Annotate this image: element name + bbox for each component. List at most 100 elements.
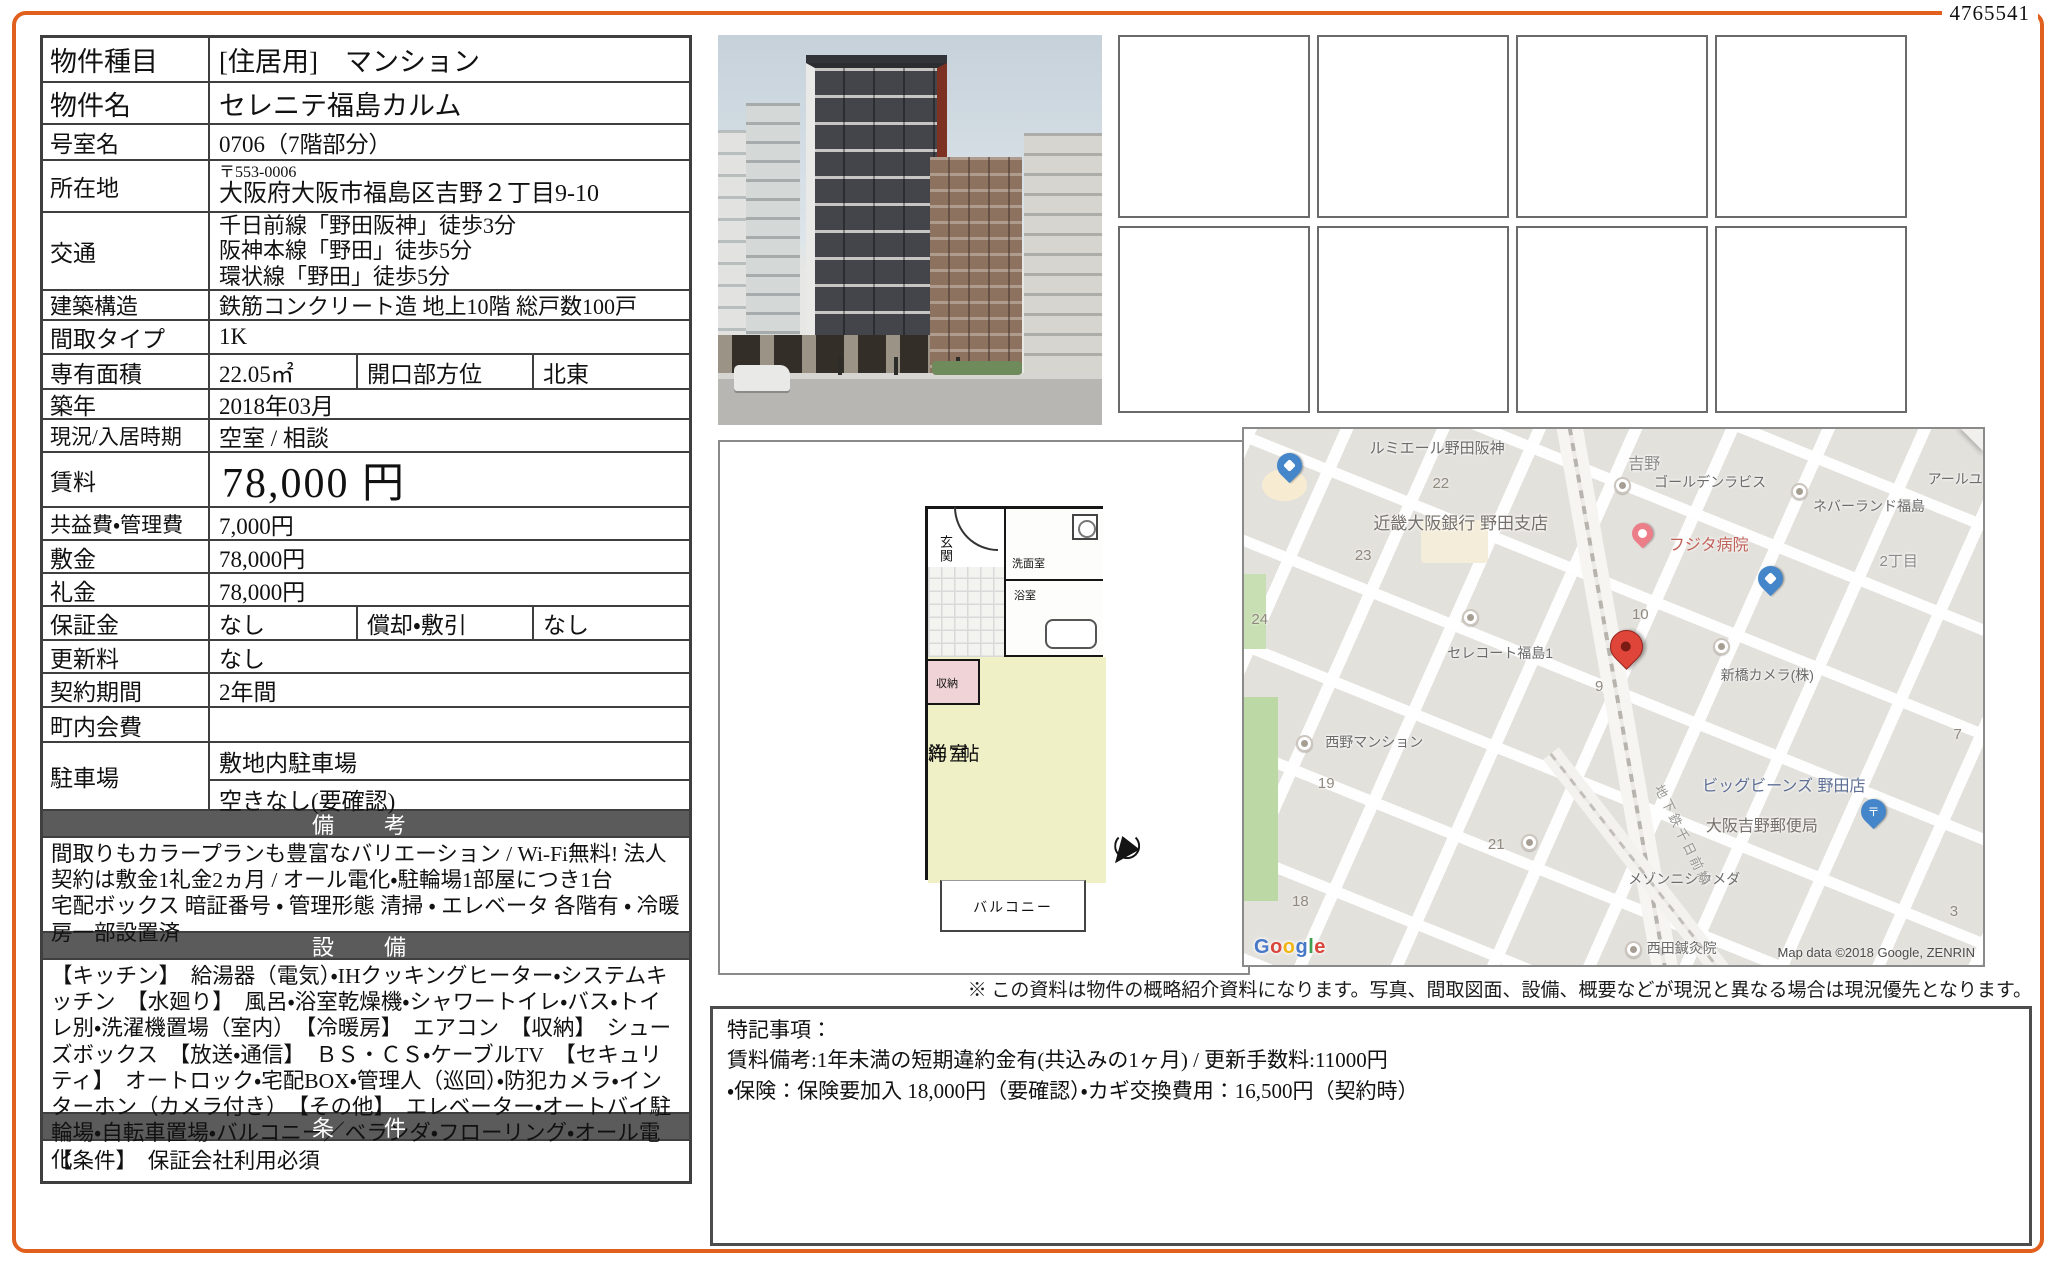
bath-area: 浴室 [1006, 581, 1103, 657]
photo-building-shape [746, 103, 800, 371]
table-row: 物件種目 [住居用] マンション [43, 38, 689, 83]
photo-pole [894, 357, 898, 375]
photo-placeholder-box [1516, 226, 1708, 413]
photo-shrub [932, 361, 1022, 375]
photo-placeholder-box [1317, 226, 1509, 413]
map-label: 西野マンション [1325, 733, 1424, 750]
map-label: アールユーアー [1927, 471, 1983, 488]
special-notes-line: 賃料備考:1年未満の短期違約金有(共込みの1ヶ月) / 更新手数料:11000円 [727, 1048, 1388, 1073]
table-row: 礼金 78,000円 [43, 574, 689, 607]
table-row: 敷金 78,000円 [43, 541, 689, 574]
field-name-label: 物件名 [43, 83, 210, 123]
field-term-value: 2年間 [219, 680, 277, 705]
access-line: 阪神本線「野田」徒歩5分 [219, 238, 473, 264]
field-rent-label: 賃料 [43, 453, 210, 506]
field-access-label: 交通 [43, 213, 210, 289]
map-corner-fold [1959, 429, 1983, 453]
location-map: Google Map data ©2018 Google, ZENRIN ルミエ… [1242, 427, 1985, 967]
field-built-value: 2018年03月 [219, 394, 334, 419]
bathtub-icon [1045, 619, 1097, 649]
compass-icon [1106, 835, 1140, 871]
field-facing-label: 開口部方位 [358, 355, 534, 388]
table-row: 建築構造 鉄筋コンクリート造 地上10階 総戸数100戸 [43, 291, 689, 321]
map-label: セレコート福島1 [1447, 645, 1554, 662]
map-pin-hospital-icon [1627, 518, 1658, 549]
map-poi-icon [1613, 477, 1631, 495]
photo-van [734, 365, 790, 391]
field-keymoney-value: 78,000円 [219, 579, 306, 605]
photo-building-shape [1024, 133, 1102, 373]
floor-plan-panel: 玄関 洗面室 浴室 収納 洋室 約7帖 バルコニー [718, 440, 1250, 975]
map-poi-icon [1713, 638, 1731, 656]
field-deposit-value: 78,000円 [219, 546, 306, 572]
field-rent-value: 78,000 円 [222, 461, 407, 507]
closet-label: 収納 [936, 678, 958, 690]
document-number: 4765541 [1941, 1, 2038, 26]
photo-placeholder-box [1118, 226, 1310, 413]
table-row: 町内会費 [43, 708, 689, 743]
field-fee-label: 共益費・管理費 [43, 508, 210, 539]
door-swing-icon [954, 507, 998, 551]
field-status-value: 空室 / 相談 [219, 425, 329, 451]
special-notes-title: 特記事項： [727, 1018, 832, 1042]
map-label: ビッグビーンズ 野田店 [1702, 778, 1866, 796]
entrance-area: 玄関 [928, 507, 1006, 657]
washroom-label: 洗面室 [1012, 558, 1045, 570]
map-block-number: 10 [1631, 605, 1649, 623]
bath-label: 浴室 [1014, 590, 1036, 602]
table-row: 号室名 0706（7階部分） [43, 125, 689, 161]
photo-placeholder-box [1715, 35, 1907, 218]
map-block-number: 9 [1595, 678, 1604, 696]
map-pin-postal-icon [1855, 793, 1892, 830]
map-label: ルミエール野田阪神 [1369, 440, 1505, 458]
field-room-value: 0706（7階部分） [219, 132, 392, 157]
balcony-area: バルコニー [940, 880, 1086, 932]
field-renewal-value: なし [219, 646, 265, 672]
map-poi-icon [1790, 482, 1808, 500]
map-block-number: 23 [1354, 546, 1372, 564]
map-label: 西田鍼灸院 [1646, 940, 1717, 957]
map-label: フジタ病院 [1668, 536, 1749, 554]
table-row: 更新料 なし [43, 641, 689, 674]
field-renewal-label: 更新料 [43, 641, 210, 672]
map-attribution: Map data ©2018 Google, ZENRIN [1777, 945, 1975, 960]
field-name-value: セレニテ福島カルム [219, 90, 462, 121]
main-room-area: 収納 洋室 約7帖 [928, 657, 1106, 883]
field-keymoney-label: 礼金 [43, 574, 210, 605]
table-row: 保証金 なし 償却・敷引 なし [43, 607, 689, 641]
field-amortization-label: 償却・敷引 [358, 607, 534, 639]
map-park-area [1244, 697, 1278, 901]
map-block-number: 7 [1953, 726, 1962, 744]
field-structure-label: 建築構造 [43, 291, 210, 319]
address-text: 大阪府大阪市福島区吉野２丁目9-10 [219, 180, 599, 207]
map-block-number: 24 [1251, 611, 1269, 629]
field-guarantee-label: 保証金 [43, 607, 210, 639]
photo-placeholder-box [1516, 35, 1708, 218]
photo-placeholder-box [1118, 35, 1310, 218]
entrance-label: 玄関 [938, 535, 953, 563]
disclaimer-text: ※ この資料は物件の概略紹介資料になります。写真、間取図面、設備、概要などが現況… [967, 980, 2032, 1001]
map-block-number: 3 [1949, 903, 1959, 921]
special-notes-box: 特記事項： 賃料備考:1年未満の短期違約金有(共込みの1ヶ月) / 更新手数料:… [710, 1006, 2032, 1246]
equipment-text: 【キッチン】 給湯器（電気）・IHクッキングヒーター・システムキッチン 【水廻り… [43, 960, 689, 1172]
map-label: 大阪吉野郵便局 [1705, 818, 1818, 836]
balcony-label: バルコニー [973, 901, 1053, 916]
map-label: 新橋カメラ(株) [1720, 666, 1814, 683]
washing-machine-icon [1072, 514, 1098, 540]
map-block-number: 22 [1432, 474, 1450, 492]
photo-placeholder-box [1715, 226, 1907, 413]
field-structure-value: 鉄筋コンクリート造 地上10階 総戸数100戸 [219, 294, 638, 319]
field-guarantee-value: なし [210, 607, 358, 639]
table-row: 所在地 〒553-0006 大阪府大阪市福島区吉野２丁目9-10 [43, 161, 689, 213]
table-row: 契約期間 2年間 [43, 674, 689, 708]
field-area-value: 22.05㎡ [210, 355, 358, 388]
map-block-number: 21 [1487, 836, 1505, 854]
table-row: 物件名 セレニテ福島カルム [43, 83, 689, 125]
map-poi-icon [1462, 608, 1479, 626]
google-logo: Google [1254, 936, 1326, 958]
field-facing-value: 北東 [543, 361, 589, 387]
field-amortization-value: なし [543, 613, 589, 638]
map-label: メゾンニシウメダ [1628, 870, 1741, 887]
table-row: 専有面積 22.05㎡ 開口部方位 北東 [43, 355, 689, 390]
parking-line: 敷地内駐車場 [210, 743, 689, 781]
